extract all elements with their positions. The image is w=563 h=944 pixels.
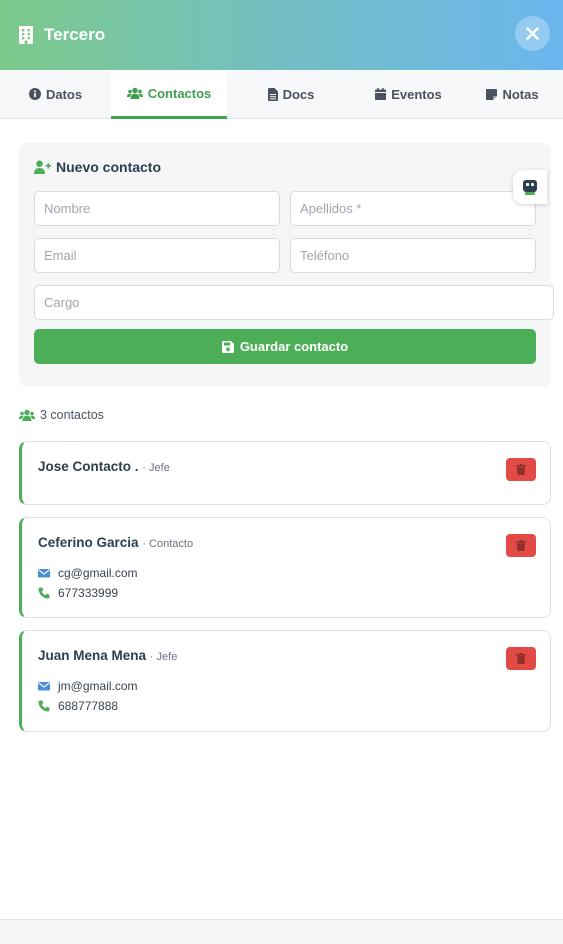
close-button[interactable]: [515, 16, 550, 51]
save-contact-button[interactable]: Guardar contacto: [34, 329, 536, 364]
form-title: Nuevo contacto: [34, 159, 161, 175]
new-contact-form: Nuevo contacto Guardar contacto: [19, 143, 554, 387]
info-circle-icon: [28, 88, 41, 100]
apellidos-field[interactable]: [290, 191, 536, 226]
telefono-field[interactable]: [290, 238, 536, 273]
contact-name: Jose Contacto . · Jefe: [38, 459, 170, 474]
tab-datos[interactable]: Datos: [0, 70, 111, 118]
delete-contact-button[interactable]: [506, 534, 536, 557]
trash-icon: [516, 540, 526, 551]
email-field[interactable]: [34, 238, 280, 273]
envelope-icon: [38, 682, 50, 691]
modal-header: Tercero: [0, 0, 563, 70]
tab-contactos[interactable]: Contactos: [111, 70, 227, 119]
page-title: Tercero: [44, 25, 106, 44]
phone-icon: [38, 587, 50, 599]
nombre-field[interactable]: [34, 191, 280, 226]
tab-bar: Datos Contactos Docs Eventos Notas: [0, 70, 563, 119]
trash-icon: [516, 653, 526, 664]
tab-label: Contactos: [147, 85, 212, 101]
contact-role: · Jefe: [142, 462, 170, 474]
contact-phone: 677333999: [38, 586, 118, 600]
contact-phone: 688777888: [38, 699, 118, 713]
building-icon: [19, 26, 33, 44]
user-plus-icon: [34, 160, 51, 174]
tab-eventos[interactable]: Eventos: [355, 70, 462, 118]
tab-label: Notas: [502, 86, 539, 102]
cargo-field[interactable]: [34, 285, 554, 320]
tab-notas[interactable]: Notas: [462, 70, 563, 118]
contact-card: Juan Mena Mena · Jefe jm@gmail.com 68877…: [19, 630, 551, 732]
contact-name: Ceferino Garcia · Contacto: [38, 535, 194, 550]
robot-icon: [523, 180, 537, 195]
tab-label: Docs: [282, 86, 315, 102]
contact-card: Jose Contacto . · Jefe: [19, 441, 551, 505]
trash-icon: [516, 464, 526, 475]
tab-docs[interactable]: Docs: [227, 70, 355, 118]
file-icon: [267, 87, 278, 101]
envelope-icon: [38, 569, 50, 578]
contacts-count: 3 contactos: [19, 408, 104, 422]
modal-footer: [0, 919, 563, 944]
tab-label: Datos: [45, 86, 83, 102]
phone-icon: [38, 700, 50, 712]
calendar-icon: [375, 88, 387, 100]
contact-role: · Contacto: [142, 538, 194, 550]
close-icon: [526, 27, 539, 40]
contact-email: cg@gmail.com: [38, 566, 138, 580]
contact-email: jm@gmail.com: [38, 679, 138, 693]
contact-name: Juan Mena Mena · Jefe: [38, 648, 178, 663]
contact-role: · Jefe: [149, 651, 178, 663]
users-icon: [126, 87, 143, 99]
users-icon: [19, 409, 35, 421]
sticky-note-icon: [486, 88, 498, 100]
delete-contact-button[interactable]: [506, 647, 536, 670]
save-icon: [221, 340, 234, 353]
tab-label: Eventos: [391, 86, 442, 102]
assistant-bot-button[interactable]: [513, 170, 547, 204]
delete-contact-button[interactable]: [506, 458, 536, 481]
contact-card: Ceferino Garcia · Contacto cg@gmail.com …: [19, 517, 551, 618]
